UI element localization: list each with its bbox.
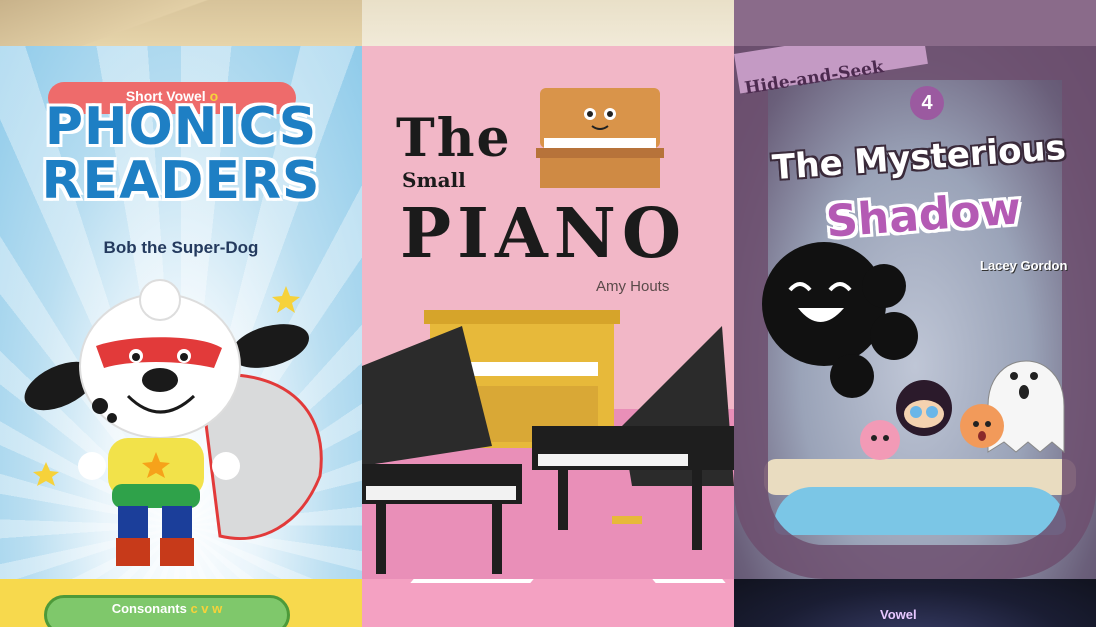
next-cover-peek[interactable] [362,579,734,627]
previous-cover-peek[interactable] [362,0,734,46]
super-dog-illustration [24,279,323,566]
consonants-label: Consonants [111,601,187,616]
cover-art: Hide-and-Seek 4 The Mysterious Shadow La… [734,46,1096,579]
pianos-illustration [362,88,734,574]
book-cover-the-small-piano[interactable]: The Small PIANO Amy Houts [362,0,734,627]
cover-art: The Small PIANO Amy Houts [362,46,734,579]
shadow-characters-illustration [762,242,1065,460]
vowel-label: Vowel [880,607,917,622]
book-cover-the-mysterious-shadow[interactable]: Hide-and-Seek 4 The Mysterious Shadow La… [734,0,1096,627]
next-cover-peek[interactable]: Vowel [734,579,1096,627]
previous-cover-peek[interactable] [734,0,1096,46]
previous-cover-peek[interactable] [0,0,362,46]
consonants-pill: Consonants c v w [44,595,290,627]
next-cover-peek[interactable]: Consonants c v w [0,579,362,627]
consonants-letters: c v w [190,601,223,616]
cover-art: Short Vowel o PHONICS READERS Bob the Su… [0,46,362,579]
book-cover-bob-the-super-dog[interactable]: Short Vowel o PHONICS READERS Bob the Su… [0,0,362,627]
